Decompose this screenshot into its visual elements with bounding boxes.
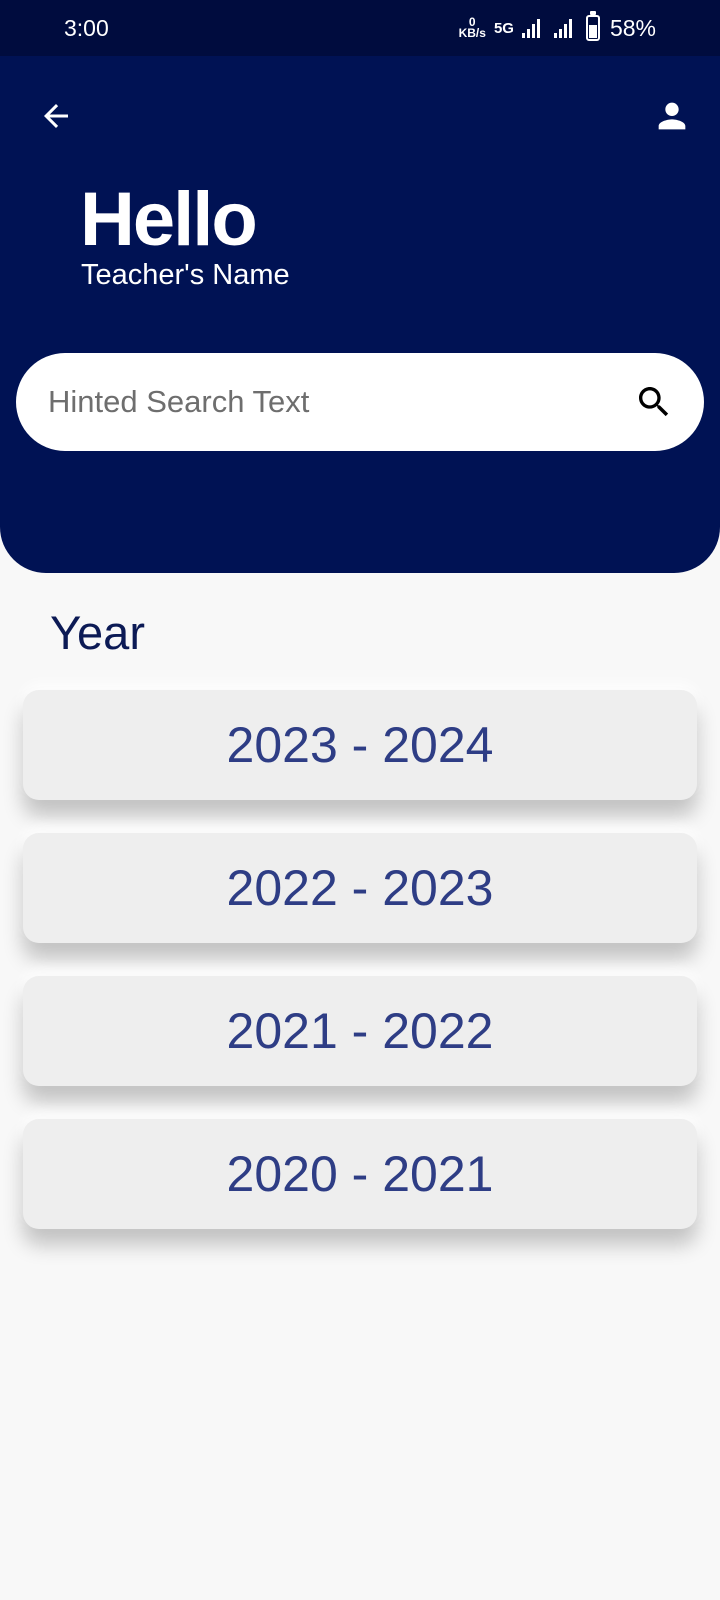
header: Hello Teacher's Name <box>0 56 720 573</box>
year-card-2023-2024[interactable]: 2023 - 2024 <box>23 690 697 800</box>
signal-strength-icon <box>521 18 540 38</box>
profile-button[interactable] <box>648 92 696 140</box>
battery-level: 58% <box>609 14 656 41</box>
battery-icon <box>585 11 600 41</box>
back-button[interactable] <box>32 92 80 140</box>
year-card-2022-2023[interactable]: 2022 - 2023 <box>23 833 697 943</box>
teacher-name: Teacher's Name <box>81 259 290 291</box>
network-speed: 0 KB/s <box>458 16 486 40</box>
search-bar <box>16 353 704 451</box>
network-type: 5G <box>493 19 514 37</box>
network-speed-unit: KB/s <box>458 26 486 40</box>
status-time: 3:00 <box>64 14 109 41</box>
year-list: 2023 - 2024 2022 - 2023 2021 - 2022 2020… <box>23 690 697 1262</box>
signal-strength-icon-2 <box>553 18 572 38</box>
year-card-2021-2022[interactable]: 2021 - 2022 <box>23 976 697 1086</box>
status-indicators: 0 KB/s 5G 58% <box>458 11 656 42</box>
status-bar: 3:00 0 KB/s 5G 58% <box>0 0 720 56</box>
arrow-left-icon <box>44 104 68 128</box>
search-icon <box>639 387 669 417</box>
year-card-2020-2021[interactable]: 2020 - 2021 <box>23 1119 697 1229</box>
greeting-heading: Hello <box>80 177 258 262</box>
search-input[interactable] <box>48 384 634 420</box>
search-button[interactable] <box>634 382 674 422</box>
person-icon <box>658 102 686 130</box>
section-title-year: Year <box>50 606 145 659</box>
